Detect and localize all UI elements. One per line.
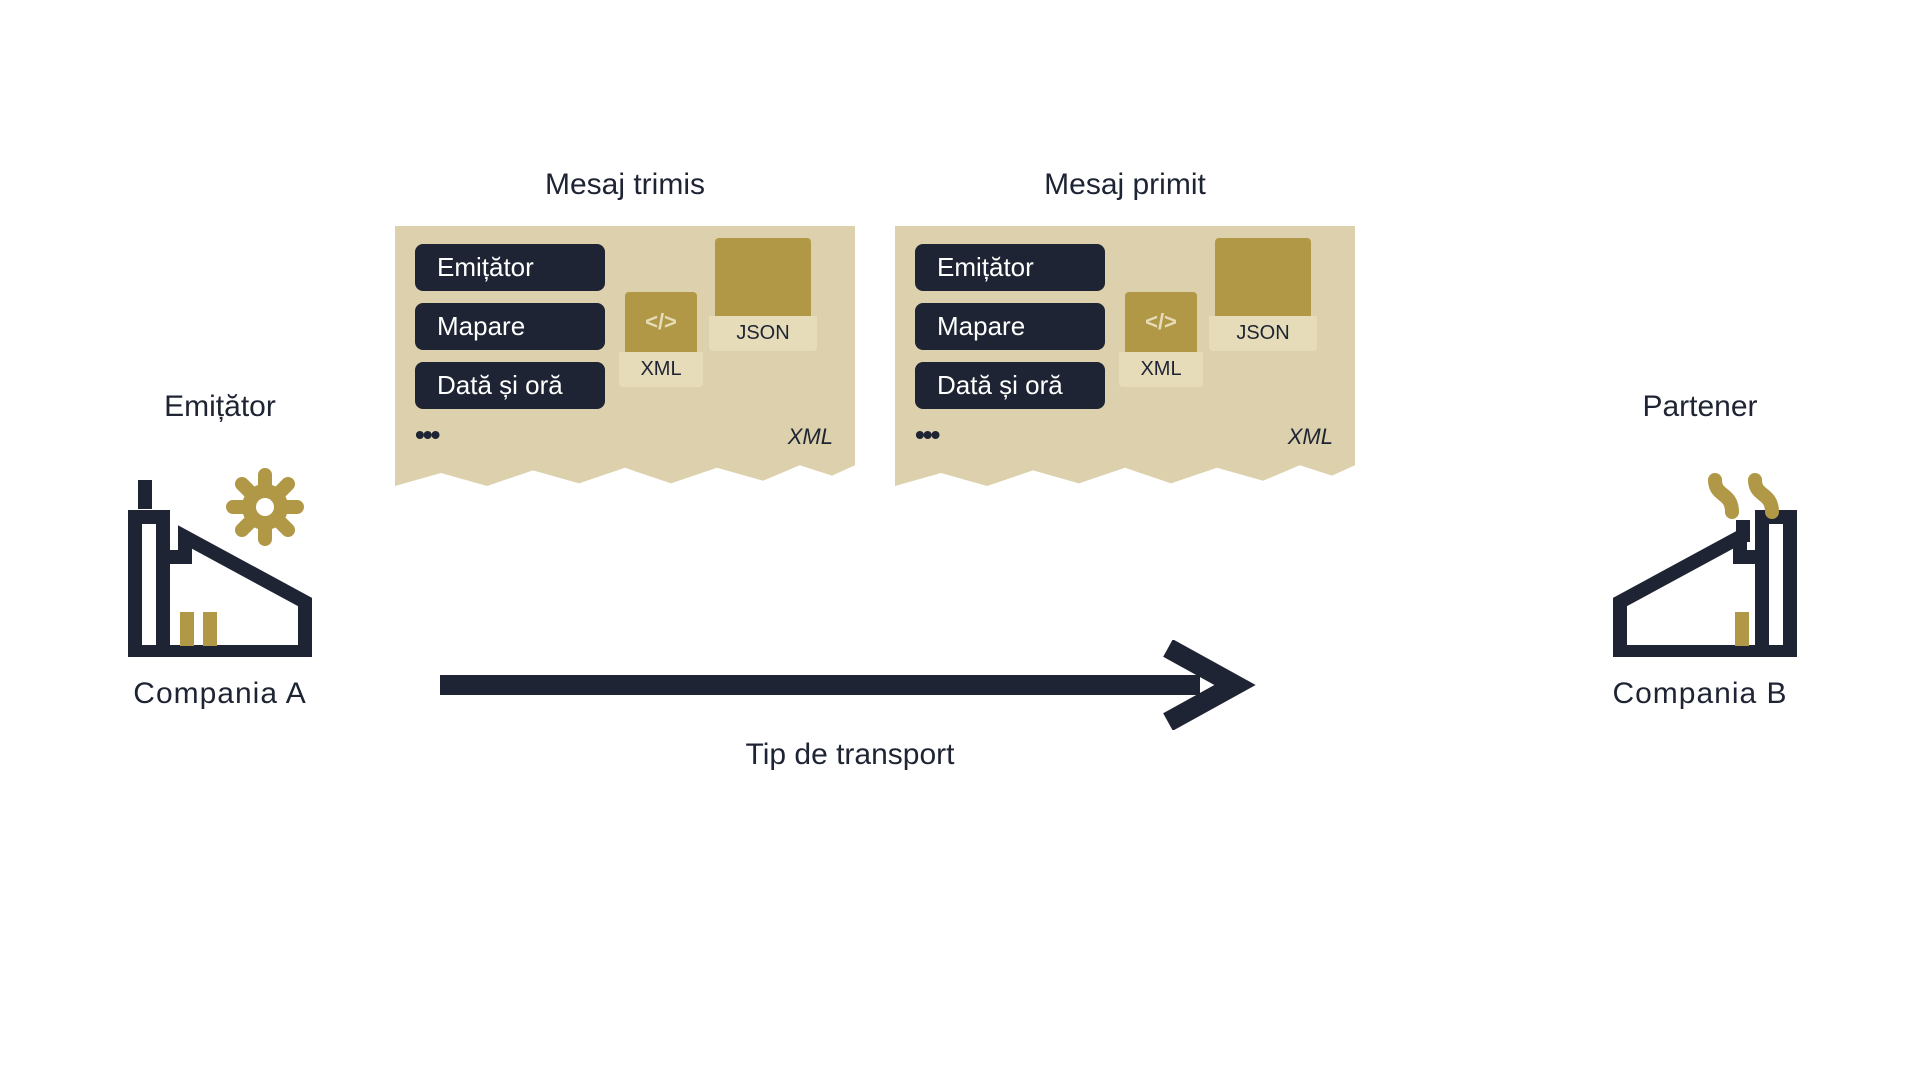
card-format-hint: XML xyxy=(1288,424,1333,450)
json-file-icon: JSON xyxy=(715,238,811,351)
xml-file-icon: </> XML xyxy=(1125,292,1197,387)
pill-mapping: Mapare xyxy=(915,303,1105,350)
transport-arrow: Tip de transport xyxy=(440,640,1260,772)
partner-title: Partener xyxy=(1570,390,1830,424)
message-sent-card: Mesaj trimis Emițător Mapare Dată și oră… xyxy=(395,168,855,486)
pill-datetime: Dată și oră xyxy=(415,362,605,409)
xml-file-label: XML xyxy=(619,352,703,387)
pill-mapping: Mapare xyxy=(415,303,605,350)
transport-label: Tip de transport xyxy=(440,738,1260,772)
partner-caption: Compania B xyxy=(1570,677,1830,711)
partner-block: Partener Compania B xyxy=(1570,390,1830,711)
pill-emitter: Emițător xyxy=(415,244,605,291)
code-icon: </> xyxy=(625,292,697,352)
pill-datetime: Dată și oră xyxy=(915,362,1105,409)
message-received-title: Mesaj primit xyxy=(895,168,1355,202)
message-received-card: Mesaj primit Emițător Mapare Dată și oră… xyxy=(895,168,1355,486)
ellipsis-icon: ••• xyxy=(415,419,835,451)
code-icon: </> xyxy=(1125,292,1197,352)
xml-file-icon: </> XML xyxy=(625,292,697,387)
sender-caption: Compania A xyxy=(100,677,340,711)
sender-title: Emițător xyxy=(100,390,340,424)
message-sent-body: Emițător Mapare Dată și oră ••• </> XML … xyxy=(395,226,855,486)
pill-emitter: Emițător xyxy=(915,244,1105,291)
factory-a-icon xyxy=(125,462,315,657)
sender-block: Emițător xyxy=(100,390,340,711)
xml-file-label: XML xyxy=(1119,352,1203,387)
json-file-label: JSON xyxy=(709,316,817,351)
card-format-hint: XML xyxy=(788,424,833,450)
message-sent-title: Mesaj trimis xyxy=(395,168,855,202)
json-file-label: JSON xyxy=(1209,316,1317,351)
factory-b-icon xyxy=(1600,462,1800,657)
json-file-icon: JSON xyxy=(1215,238,1311,351)
ellipsis-icon: ••• xyxy=(915,419,1335,451)
message-received-body: Emițător Mapare Dată și oră ••• </> XML … xyxy=(895,226,1355,486)
arrow-icon xyxy=(440,640,1260,730)
